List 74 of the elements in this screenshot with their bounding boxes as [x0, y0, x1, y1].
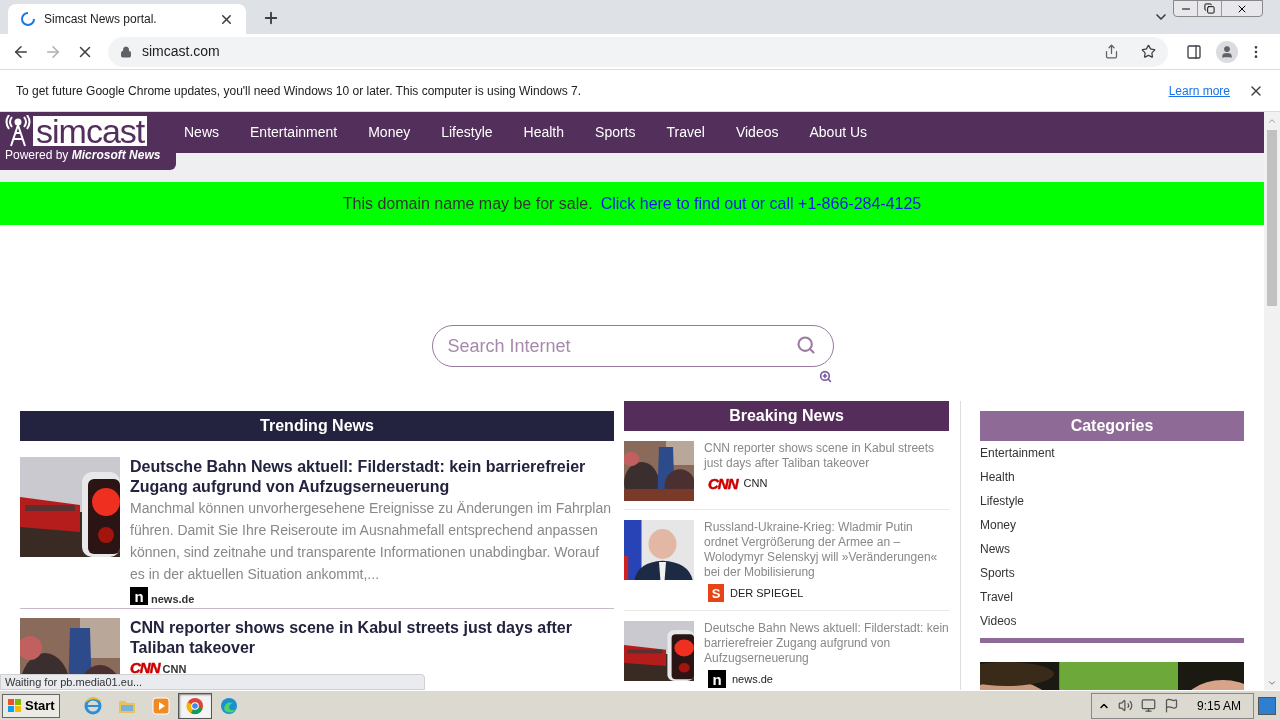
source-logo: CNN — [130, 660, 160, 675]
category-link[interactable]: Entertainment — [980, 446, 1244, 470]
article-title[interactable]: Russland-Ukraine-Krieg: Wladmir Putin ordnet Vergrößerung der Armee an – Wolodymyr Selenskyj will »Veränderungen« bei der Mobilisierung — [704, 520, 949, 580]
start-button[interactable]: Start — [2, 693, 60, 718]
category-link[interactable]: Health — [980, 470, 1244, 494]
address-bar[interactable]: simcast.com — [108, 36, 1168, 67]
article-title[interactable]: CNN reporter shows scene in Kabul streets just days after Taliban takeover — [130, 618, 614, 658]
url-text: simcast.com — [142, 42, 221, 61]
logo-wordmark: simcast — [33, 116, 148, 146]
source-logo: n — [130, 587, 148, 605]
article-title[interactable]: Deutsche Bahn News aktuell: Filderstadt: kein barrierefreier Zugang aufgrund von Aufzugserneuerung — [704, 621, 949, 666]
status-bubble: Waiting for pb.media01.eu... — [0, 674, 425, 690]
source-logo: n — [708, 670, 726, 688]
taskbar-app[interactable] — [177, 692, 212, 719]
nav-link[interactable]: Money — [368, 122, 411, 143]
new-tab-icon[interactable] — [262, 9, 280, 27]
scrollbar[interactable] — [1264, 112, 1280, 690]
source-name: news.de — [151, 593, 195, 605]
nav-link[interactable]: Videos — [735, 122, 779, 143]
windows-logo-icon — [7, 697, 23, 714]
nav-link[interactable]: Health — [523, 122, 565, 143]
category-link[interactable]: Sports — [980, 566, 1244, 590]
show-desktop-button[interactable] — [1258, 696, 1276, 715]
antenna-icon — [5, 115, 31, 147]
nav-link[interactable]: News — [184, 122, 219, 143]
nav-link[interactable]: Travel — [666, 122, 705, 143]
article-summary: Manchmal können unvorhergesehene Ereignisse zu Änderungen im Fahrplan führen. Damit Sie Ihre Reiseroute im Ausnahmefall entsprechend anpassen können, sind zeitnahe und transparente Informationen unabdingbar. Worauf es in der aktuellen Situation ankommt,... — [130, 499, 612, 584]
flag-icon[interactable] — [1163, 698, 1179, 713]
share-icon[interactable] — [1104, 44, 1119, 59]
section-header: Categories — [980, 411, 1244, 441]
info-message: To get future Google Chrome updates, you'll need Windows 10 or later. This computer is using Windows 7. — [16, 82, 583, 100]
learn-more-link[interactable]: Learn more — [1168, 81, 1230, 100]
source-name: CNN — [743, 476, 768, 491]
category-link[interactable]: Money — [980, 518, 1244, 542]
edge-icon — [219, 696, 238, 715]
lock-icon — [120, 45, 132, 58]
article-title[interactable]: CNN reporter shows scene in Kabul streets just days after Taliban takeover — [704, 441, 949, 471]
source-name: news.de — [732, 671, 773, 687]
section-header: Trending News — [20, 411, 614, 441]
site-logo[interactable]: simcast Powered by Microsoft News — [0, 115, 176, 170]
media-player-icon — [151, 696, 170, 715]
scroll-down-icon[interactable] — [1267, 678, 1277, 688]
source-logo: CNN — [708, 475, 738, 491]
tab-title: Simcast News portal. — [44, 11, 158, 28]
volume-icon[interactable] — [1117, 698, 1133, 713]
search-icon[interactable] — [795, 335, 816, 355]
category-link[interactable]: Travel — [980, 590, 1244, 614]
bookmark-star-icon[interactable] — [1141, 44, 1156, 59]
zoom-icon — [819, 370, 832, 383]
category-link[interactable]: Lifestyle — [980, 494, 1244, 518]
logo-tagline: Powered by Microsoft News — [4, 147, 162, 163]
browser-icon — [83, 696, 102, 715]
profile-icon[interactable] — [1216, 40, 1238, 63]
nav-link[interactable]: Sports — [595, 122, 636, 143]
source-logo: S — [708, 584, 724, 602]
category-link[interactable]: Videos — [980, 614, 1244, 638]
restore-icon — [1204, 3, 1215, 14]
source-name: CNN — [162, 663, 187, 675]
chrome-icon — [185, 696, 204, 715]
nav-link[interactable]: Entertainment — [250, 122, 338, 143]
scroll-thumb[interactable] — [1267, 130, 1277, 306]
search-field[interactable]: Search Internet — [431, 325, 834, 367]
browser-tab[interactable]: Simcast News portal. — [8, 4, 246, 34]
network-icon[interactable] — [1140, 698, 1156, 713]
banner-text: This domain name may be for sale. — [342, 193, 593, 214]
article-title[interactable]: Deutsche Bahn News aktuell: Filderstadt: kein barrierefreier Zugang aufgrund von Aufzugserneuerung — [130, 457, 614, 497]
category-link[interactable]: News — [980, 542, 1244, 566]
banner-link[interactable]: Click here to find out or call +1-866-284-4125 — [600, 191, 922, 216]
nav-link[interactable]: Lifestyle — [441, 122, 493, 143]
nav-link[interactable]: About Us — [809, 122, 868, 143]
side-panel-icon[interactable] — [1186, 43, 1202, 60]
source-name: DER SPIEGEL — [730, 585, 804, 601]
section-header: Breaking News — [624, 401, 949, 431]
clock[interactable]: 9:15 AM — [1196, 696, 1241, 715]
